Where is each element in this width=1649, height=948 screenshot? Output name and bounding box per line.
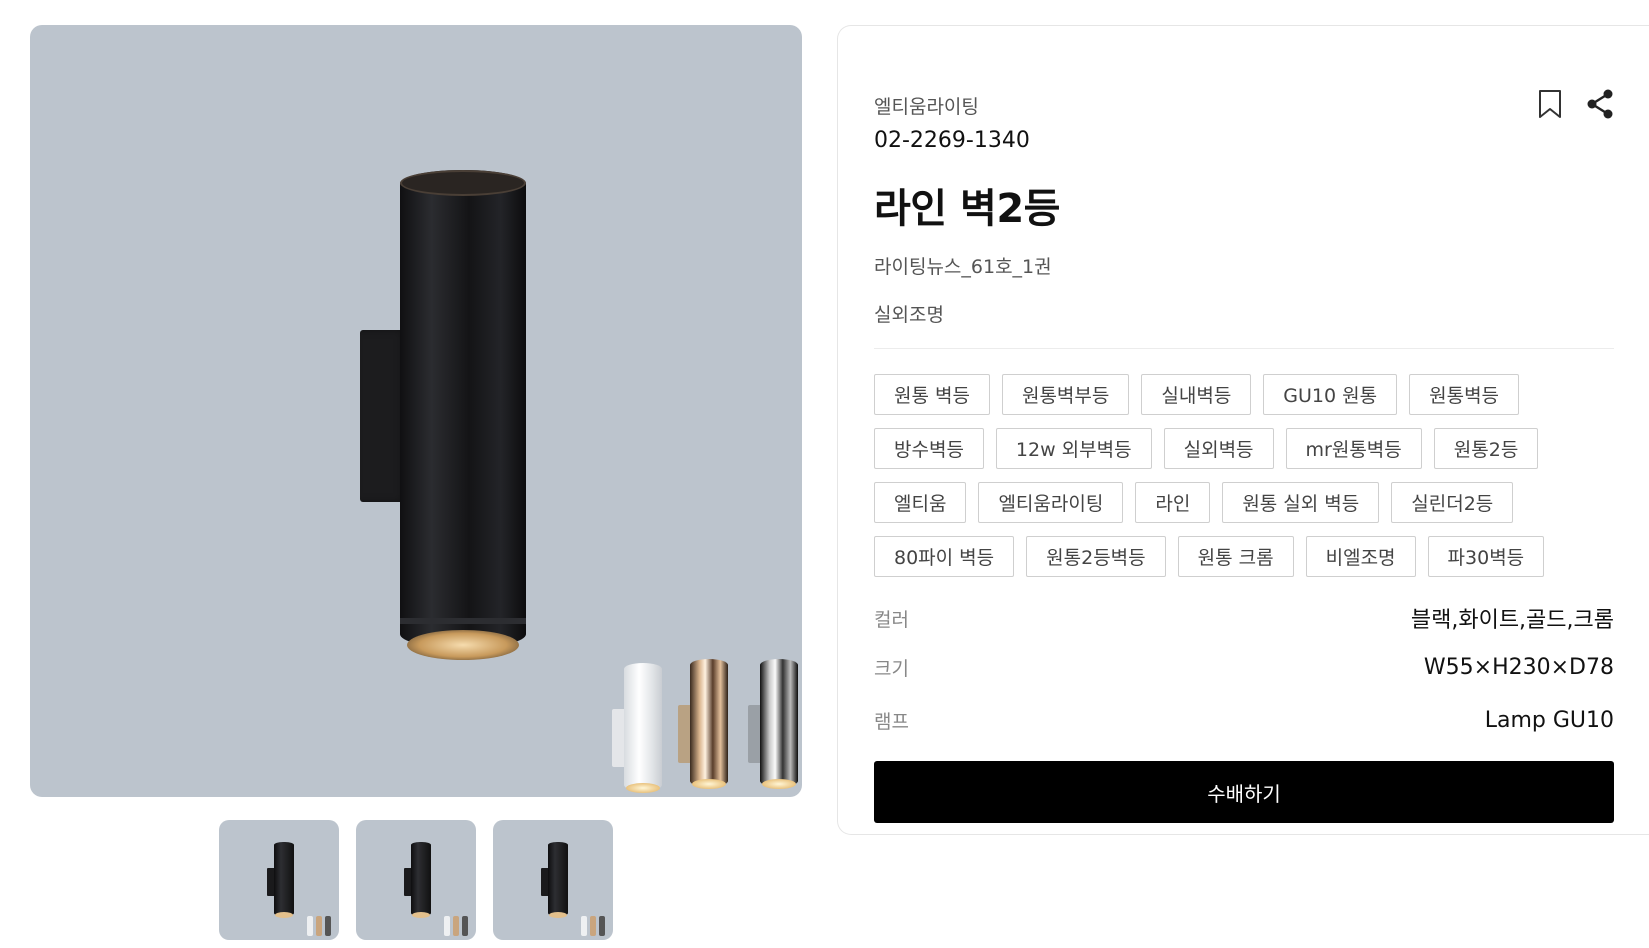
wall-lamp-chrome-image	[748, 659, 800, 791]
tag-chip[interactable]: 엘티움라이팅	[978, 482, 1124, 523]
spec-row-lamp: 램프 Lamp GU10	[874, 707, 1614, 734]
spec-value: 블랙,화이트,골드,크롬	[1410, 608, 1614, 633]
tag-chip[interactable]: 실외벽등	[1163, 428, 1274, 469]
tag-chip[interactable]: 비엘조명	[1305, 536, 1416, 577]
spec-label: 램프	[874, 711, 909, 733]
tag-chip[interactable]: 라인	[1135, 482, 1211, 523]
tag-chip[interactable]: 원통 크롬	[1177, 536, 1294, 577]
tag-chip[interactable]: 엘티움	[874, 482, 967, 523]
tag-chip[interactable]: 실린더2등	[1391, 482, 1514, 523]
thumbnail-3[interactable]	[493, 820, 613, 940]
tag-chip[interactable]: 파30벽등	[1427, 536, 1545, 577]
issue-label: 라이팅뉴스_61호_1권	[874, 256, 1052, 278]
product-title: 라인 벽2등	[874, 186, 1060, 232]
tag-chip[interactable]: 실내벽등	[1141, 374, 1252, 415]
tag-chip[interactable]: 원통2등	[1433, 428, 1539, 469]
product-detail-page: 엘티움라이팅 02-2269-1340 라인 벽2등 라이팅뉴스_61호_1권 …	[0, 0, 1649, 948]
wall-lamp-white-image	[612, 663, 664, 795]
thumbnail-strip	[0, 820, 832, 940]
brand-phone: 02-2269-1340	[874, 128, 1030, 153]
share-icon[interactable]	[1585, 88, 1615, 120]
thumbnail-2[interactable]	[356, 820, 476, 940]
tag-chip[interactable]: mr원통벽등	[1285, 428, 1422, 469]
divider	[874, 348, 1614, 349]
tag-chip[interactable]: 80파이 벽등	[874, 536, 1015, 577]
tag-chip[interactable]: 방수벽등	[874, 428, 984, 469]
spec-row-color: 컬러 블랙,화이트,골드,크롬	[874, 602, 1614, 634]
order-button[interactable]: 수배하기	[874, 761, 1614, 823]
tag-chip[interactable]: 원통2등벽등	[1026, 536, 1166, 577]
product-info-card: 엘티움라이팅 02-2269-1340 라인 벽2등 라이팅뉴스_61호_1권 …	[837, 25, 1649, 835]
tag-chip[interactable]: GU10 원통	[1263, 374, 1398, 415]
category-label: 실외조명	[874, 304, 944, 326]
wall-lamp-gold-image	[678, 659, 730, 791]
tag-chip[interactable]: 원통벽등	[1409, 374, 1520, 415]
tag-chip[interactable]: 원통 벽등	[874, 374, 990, 415]
brand-name: 엘티움라이팅	[874, 96, 979, 118]
product-main-image[interactable]	[30, 25, 802, 797]
thumbnail-1[interactable]	[219, 820, 339, 940]
spec-row-size: 크기 W55×H230×D78	[874, 654, 1614, 681]
tag-chip[interactable]: 12w 외부벽등	[995, 428, 1152, 469]
tag-list: 원통 벽등 원통벽부등 실내벽등 GU10 원통 원통벽등 방수벽등 12w 외…	[874, 374, 1614, 577]
card-actions	[1535, 88, 1615, 120]
bookmark-icon[interactable]	[1535, 88, 1565, 120]
spec-label: 크기	[874, 658, 909, 680]
spec-label: 컬러	[874, 608, 909, 631]
spec-value: Lamp GU10	[1484, 708, 1614, 733]
tag-chip[interactable]: 원통 실외 벽등	[1222, 482, 1380, 523]
tag-chip[interactable]: 원통벽부등	[1001, 374, 1130, 415]
spec-value: W55×H230×D78	[1423, 655, 1614, 680]
